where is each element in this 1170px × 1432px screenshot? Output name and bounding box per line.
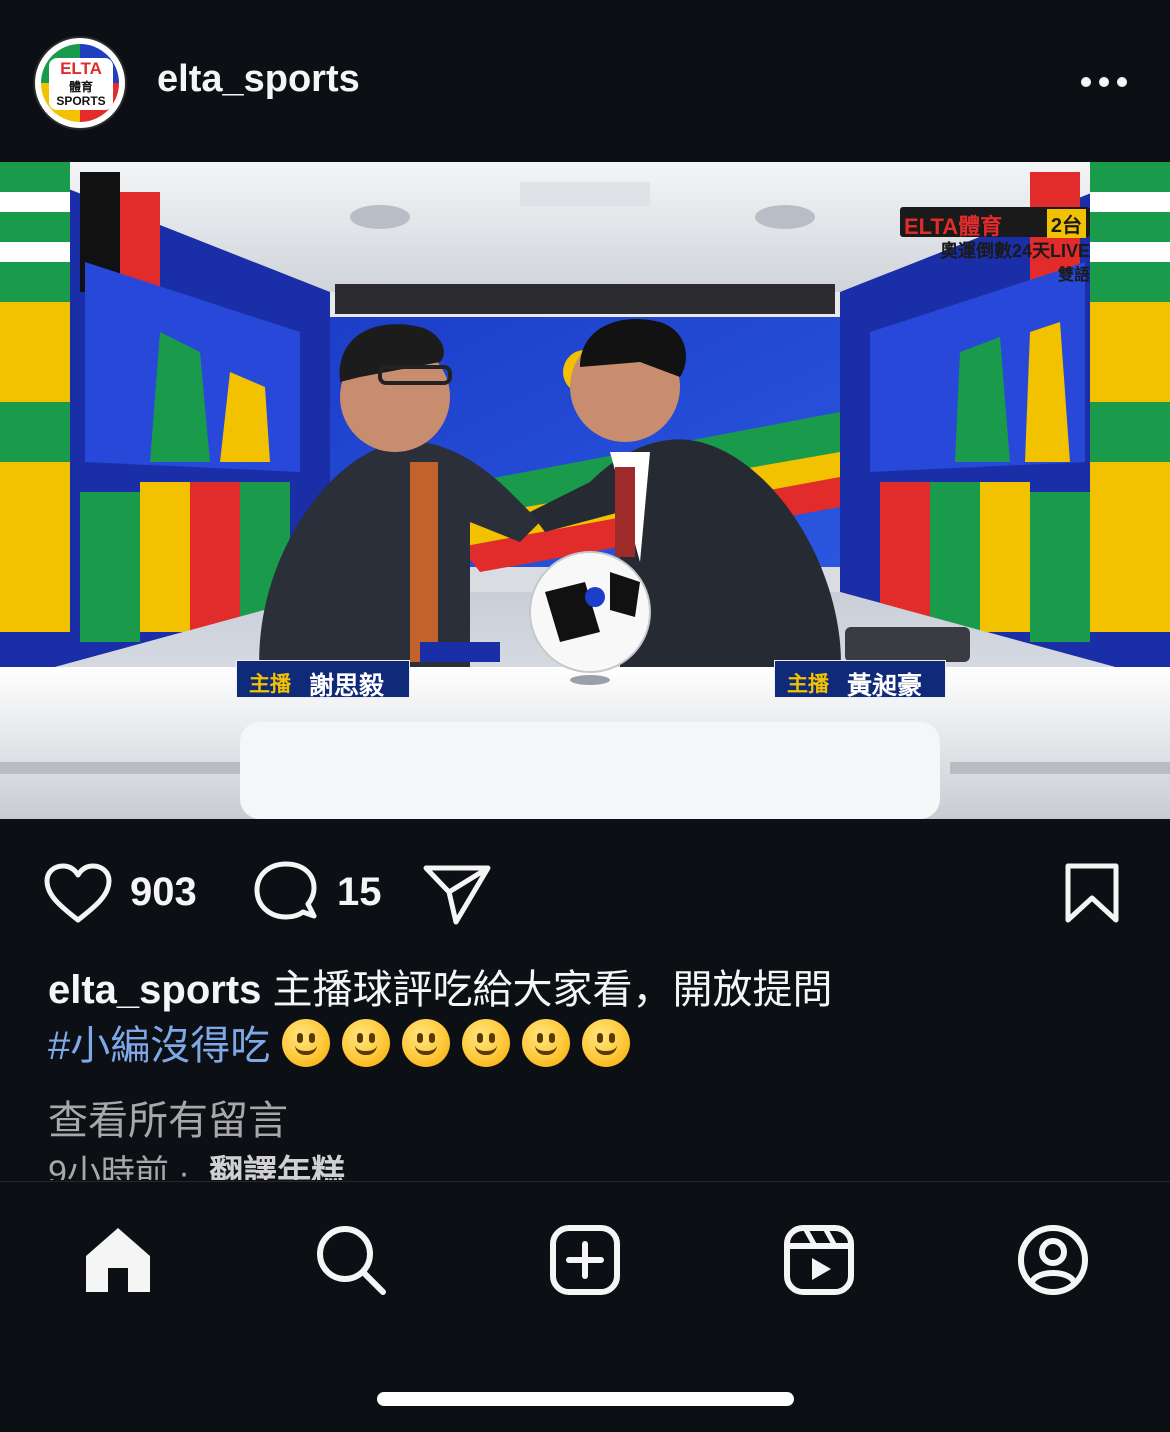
username[interactable]: elta_sports	[157, 58, 360, 101]
home-indicator[interactable]	[377, 1392, 794, 1406]
paper-plane-icon[interactable]	[422, 862, 492, 926]
post-actions: 903 15	[0, 850, 1170, 940]
left-anchor-plate: 主播 謝思毅	[236, 660, 410, 700]
post-header: ELTA 體育SPORTS elta_sports	[0, 0, 1170, 162]
comment-count[interactable]: 15	[337, 870, 382, 915]
language-text: 雙語	[1057, 267, 1090, 284]
post-image[interactable]: ELTA體育 2台 奧運倒數24天LIVE 雙語 主播 謝思毅 主播 黃昶豪	[0, 162, 1170, 819]
smiley-emoji-icon	[402, 1019, 451, 1067]
smiley-emoji-icon	[522, 1019, 571, 1067]
like-count[interactable]: 903	[130, 870, 197, 915]
channel-logo-bar: ELTA體育 2台	[900, 207, 1090, 239]
caption-hashtag[interactable]: #小編沒得吃	[48, 1024, 270, 1068]
search-icon[interactable]	[313, 1222, 389, 1298]
bookmark-icon[interactable]	[1064, 862, 1120, 924]
post-caption: elta_sports 主播球評吃給大家看，開放提問 #小編沒得吃	[48, 962, 1128, 1074]
view-all-comments-link[interactable]: 查看所有留言	[48, 1088, 288, 1146]
channel-logo: ELTA體育	[904, 214, 1003, 239]
comment-icon[interactable]	[252, 860, 320, 928]
countdown-text: 奧運倒數24天LIVE	[939, 241, 1090, 261]
post-meta-row: 9小時前 · 翻譯年糕	[48, 1150, 345, 1180]
more-horizontal-icon[interactable]	[1078, 64, 1130, 100]
smiley-emoji-icon	[342, 1019, 391, 1067]
avatar-logo-text: ELTA	[60, 59, 102, 78]
right-anchor-name: 黃昶豪	[847, 672, 923, 700]
meta-separator: ·	[168, 1154, 200, 1180]
avatar-logo: ELTA 體育SPORTS	[49, 58, 113, 110]
channel-number: 2台	[1046, 209, 1086, 238]
caption-text: 主播球評吃給大家看，開放提問	[261, 968, 833, 1012]
avatar-logo-sub: 體育SPORTS	[56, 80, 106, 108]
right-anchor-role: 主播	[787, 673, 829, 696]
emoji-row	[270, 1019, 631, 1068]
plus-square-icon[interactable]	[547, 1222, 623, 1298]
smiley-emoji-icon	[282, 1019, 331, 1067]
heart-icon[interactable]	[42, 862, 114, 926]
avatar[interactable]: ELTA 體育SPORTS	[33, 36, 127, 130]
profile-icon[interactable]	[1015, 1222, 1091, 1298]
left-anchor-name: 謝思毅	[309, 672, 385, 700]
right-anchor-plate: 主播 黃昶豪	[774, 660, 946, 700]
smiley-emoji-icon	[582, 1019, 631, 1067]
smiley-emoji-icon	[462, 1019, 511, 1067]
left-anchor-role: 主播	[249, 673, 291, 696]
translate-link[interactable]: 翻譯年糕	[209, 1154, 345, 1180]
home-icon[interactable]	[80, 1222, 156, 1298]
caption-username[interactable]: elta_sports	[48, 968, 261, 1012]
reels-icon[interactable]	[781, 1222, 857, 1298]
post-time: 9小時前	[48, 1154, 169, 1180]
